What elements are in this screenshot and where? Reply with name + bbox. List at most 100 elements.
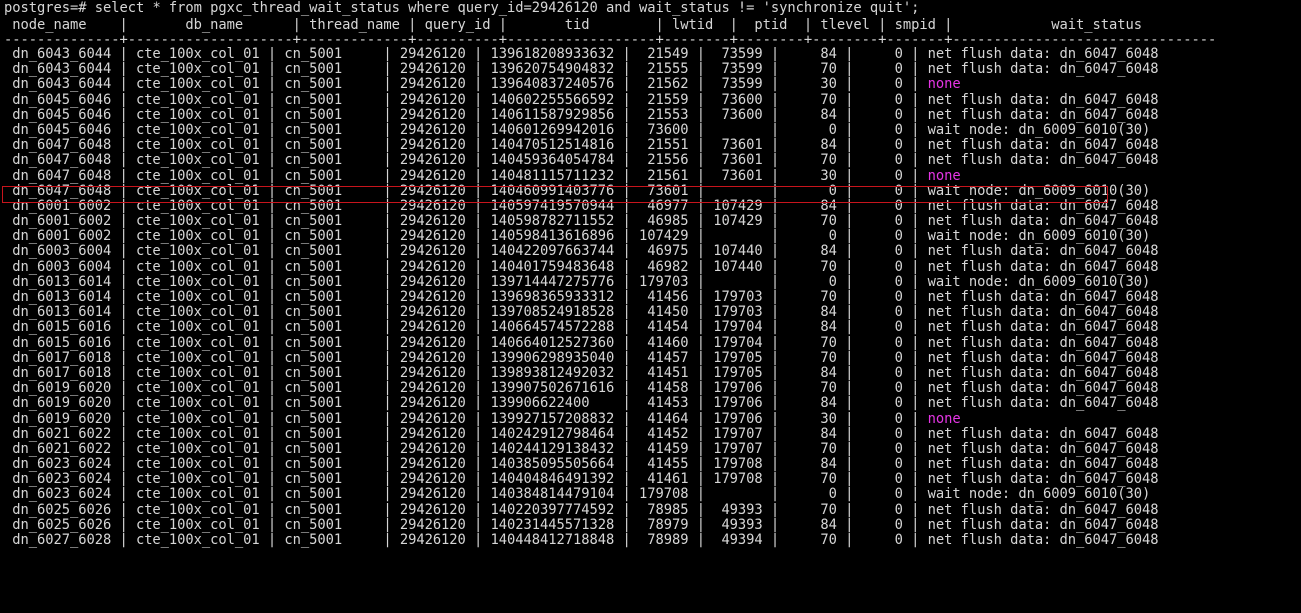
table-row: dn_6017_6018 | cte_100x_col_01 | cn_5001… bbox=[4, 349, 1159, 366]
row-values: dn_6019_6020 | cte_100x_col_01 | cn_5001… bbox=[4, 395, 928, 412]
row-values: dn_6017_6018 | cte_100x_col_01 | cn_5001… bbox=[4, 349, 928, 366]
wait-status-cell: net flush data: dn_6047_6048 bbox=[927, 364, 1159, 381]
wait-status-cell: net flush data: dn_6047_6048 bbox=[927, 380, 1159, 397]
table-row: dn_6013_6014 | cte_100x_col_01 | cn_5001… bbox=[4, 289, 1159, 305]
row-values: dn_6021_6022 | cte_100x_col_01 | cn_5001… bbox=[4, 440, 928, 457]
row-values: dn_6043_6044 | cte_100x_col_01 | cn_5001… bbox=[4, 61, 928, 78]
wait-status-cell: wait node: dn_6009_6010(30) bbox=[927, 121, 1151, 138]
table-row: dn_6047_6048 | cte_100x_col_01 | cn_5001… bbox=[4, 182, 1159, 199]
wait-status-cell: net flush data: dn_6047_6048 bbox=[927, 319, 1159, 336]
wait-status-cell: net flush data: dn_6047_6048 bbox=[927, 440, 1159, 457]
row-values: dn_6015_6016 | cte_100x_col_01 | cn_5001… bbox=[4, 334, 928, 351]
row-values: dn_6043_6044 | cte_100x_col_01 | cn_5001… bbox=[4, 76, 928, 93]
wait-status-cell: net flush data: dn_6047_6048 bbox=[927, 197, 1159, 214]
result-rows: dn_6043_6044 | cte_100x_col_01 | cn_5001… bbox=[4, 46, 1159, 548]
wait-status-cell: net flush data: dn_6047_6048 bbox=[927, 152, 1159, 169]
row-values: dn_6001_6002 | cte_100x_col_01 | cn_5001… bbox=[4, 228, 928, 245]
wait-status-cell: net flush data: dn_6047_6048 bbox=[927, 532, 1159, 548]
row-values: dn_6013_6014 | cte_100x_col_01 | cn_5001… bbox=[4, 304, 928, 321]
wait-status-cell: net flush data: dn_6047_6048 bbox=[927, 456, 1159, 473]
table-row: dn_6001_6002 | cte_100x_col_01 | cn_5001… bbox=[4, 197, 1159, 214]
table-row: dn_6015_6016 | cte_100x_col_01 | cn_5001… bbox=[4, 334, 1159, 351]
row-values: dn_6013_6014 | cte_100x_col_01 | cn_5001… bbox=[4, 273, 928, 290]
table-row: dn_6003_6004 | cte_100x_col_01 | cn_5001… bbox=[4, 258, 1159, 275]
table-row: dn_6047_6048 | cte_100x_col_01 | cn_5001… bbox=[4, 137, 1159, 154]
wait-status-cell: wait node: dn_6009_6010(30) bbox=[927, 182, 1151, 199]
table-row: dn_6017_6018 | cte_100x_col_01 | cn_5001… bbox=[4, 364, 1159, 381]
row-values: dn_6025_6026 | cte_100x_col_01 | cn_5001… bbox=[4, 516, 928, 533]
row-values: dn_6047_6048 | cte_100x_col_01 | cn_5001… bbox=[4, 137, 928, 154]
table-row: dn_6019_6020 | cte_100x_col_01 | cn_5001… bbox=[4, 395, 1159, 412]
table-row: dn_6019_6020 | cte_100x_col_01 | cn_5001… bbox=[4, 380, 1159, 397]
row-values: dn_6045_6046 | cte_100x_col_01 | cn_5001… bbox=[4, 91, 928, 108]
table-row: dn_6043_6044 | cte_100x_col_01 | cn_5001… bbox=[4, 77, 1159, 92]
wait-status-cell: net flush data: dn_6047_6048 bbox=[927, 304, 1159, 321]
row-values: dn_6003_6004 | cte_100x_col_01 | cn_5001… bbox=[4, 243, 928, 260]
wait-status-cell: none bbox=[927, 76, 961, 93]
row-values: dn_6001_6002 | cte_100x_col_01 | cn_5001… bbox=[4, 197, 928, 214]
row-values: dn_6015_6016 | cte_100x_col_01 | cn_5001… bbox=[4, 319, 928, 336]
wait-status-cell: net flush data: dn_6047_6048 bbox=[927, 91, 1159, 108]
table-row: dn_6025_6026 | cte_100x_col_01 | cn_5001… bbox=[4, 501, 1159, 518]
row-values: dn_6017_6018 | cte_100x_col_01 | cn_5001… bbox=[4, 364, 928, 381]
wait-status-cell: net flush data: dn_6047_6048 bbox=[927, 349, 1159, 366]
table-row: dn_6027_6028 | cte_100x_col_01 | cn_5001… bbox=[4, 532, 1159, 548]
terminal-window[interactable]: postgres=# select * from pgxc_thread_wai… bbox=[0, 0, 1301, 613]
row-values: dn_6043_6044 | cte_100x_col_01 | cn_5001… bbox=[4, 46, 928, 62]
table-row: dn_6023_6024 | cte_100x_col_01 | cn_5001… bbox=[4, 487, 1159, 502]
row-values: dn_6021_6022 | cte_100x_col_01 | cn_5001… bbox=[4, 425, 928, 442]
table-row: dn_6025_6026 | cte_100x_col_01 | cn_5001… bbox=[4, 516, 1159, 533]
wait-status-cell: none bbox=[927, 167, 961, 184]
table-row: dn_6023_6024 | cte_100x_col_01 | cn_5001… bbox=[4, 456, 1159, 473]
table-row: dn_6001_6002 | cte_100x_col_01 | cn_5001… bbox=[4, 229, 1159, 244]
command-line: postgres=# select * from pgxc_thread_wai… bbox=[4, 0, 919, 17]
row-values: dn_6027_6028 | cte_100x_col_01 | cn_5001… bbox=[4, 532, 928, 548]
wait-status-cell: net flush data: dn_6047_6048 bbox=[927, 243, 1159, 260]
wait-status-cell: net flush data: dn_6047_6048 bbox=[927, 471, 1159, 488]
row-values: dn_6023_6024 | cte_100x_col_01 | cn_5001… bbox=[4, 486, 928, 503]
row-values: dn_6025_6026 | cte_100x_col_01 | cn_5001… bbox=[4, 501, 928, 518]
row-values: dn_6019_6020 | cte_100x_col_01 | cn_5001… bbox=[4, 380, 928, 397]
row-values: dn_6045_6046 | cte_100x_col_01 | cn_5001… bbox=[4, 121, 928, 138]
wait-status-cell: net flush data: dn_6047_6048 bbox=[927, 395, 1159, 412]
wait-status-cell: net flush data: dn_6047_6048 bbox=[927, 258, 1159, 275]
wait-status-cell: net flush data: dn_6047_6048 bbox=[927, 289, 1159, 305]
table-row: dn_6043_6044 | cte_100x_col_01 | cn_5001… bbox=[4, 61, 1159, 78]
table-row: dn_6045_6046 | cte_100x_col_01 | cn_5001… bbox=[4, 91, 1159, 108]
row-values: dn_6013_6014 | cte_100x_col_01 | cn_5001… bbox=[4, 289, 928, 305]
wait-status-cell: net flush data: dn_6047_6048 bbox=[927, 137, 1159, 154]
row-values: dn_6023_6024 | cte_100x_col_01 | cn_5001… bbox=[4, 471, 928, 488]
table-row: dn_6047_6048 | cte_100x_col_01 | cn_5001… bbox=[4, 152, 1159, 169]
wait-status-cell: wait node: dn_6009_6010(30) bbox=[927, 273, 1151, 290]
table-row: dn_6001_6002 | cte_100x_col_01 | cn_5001… bbox=[4, 213, 1159, 230]
table-row: dn_6047_6048 | cte_100x_col_01 | cn_5001… bbox=[4, 167, 1159, 184]
wait-status-cell: none bbox=[927, 410, 961, 427]
row-values: dn_6019_6020 | cte_100x_col_01 | cn_5001… bbox=[4, 410, 928, 427]
wait-status-cell: net flush data: dn_6047_6048 bbox=[927, 46, 1159, 62]
table-row: dn_6023_6024 | cte_100x_col_01 | cn_5001… bbox=[4, 471, 1159, 488]
wait-status-cell: net flush data: dn_6047_6048 bbox=[927, 106, 1159, 123]
wait-status-cell: net flush data: dn_6047_6048 bbox=[927, 61, 1159, 78]
prompt: postgres=# bbox=[4, 0, 87, 16]
row-values: dn_6047_6048 | cte_100x_col_01 | cn_5001… bbox=[4, 152, 928, 169]
table-row: dn_6021_6022 | cte_100x_col_01 | cn_5001… bbox=[4, 425, 1158, 442]
table-row: dn_6021_6022 | cte_100x_col_01 | cn_5001… bbox=[4, 440, 1159, 457]
table-row: dn_6045_6046 | cte_100x_col_01 | cn_5001… bbox=[4, 106, 1159, 123]
table-row: dn_6043_6044 | cte_100x_col_01 | cn_5001… bbox=[4, 46, 1159, 62]
row-values: dn_6001_6002 | cte_100x_col_01 | cn_5001… bbox=[4, 213, 928, 230]
wait-status-cell: net flush data: dn_6047_6048 bbox=[927, 501, 1159, 518]
table-row: dn_6003_6004 | cte_100x_col_01 | cn_5001… bbox=[4, 243, 1159, 260]
table-row: dn_6015_6016 | cte_100x_col_01 | cn_5001… bbox=[4, 319, 1159, 336]
row-values: dn_6003_6004 | cte_100x_col_01 | cn_5001… bbox=[4, 258, 928, 275]
table-row: dn_6019_6020 | cte_100x_col_01 | cn_5001… bbox=[4, 410, 1159, 427]
row-values: dn_6045_6046 | cte_100x_col_01 | cn_5001… bbox=[4, 106, 928, 123]
wait-status-cell: wait node: dn_6009_6010(30) bbox=[927, 228, 1151, 245]
wait-status-cell: net flush data: dn_6047_6048 bbox=[927, 334, 1159, 351]
row-values: dn_6047_6048 | cte_100x_col_01 | cn_5001… bbox=[4, 182, 928, 199]
table-row: dn_6013_6014 | cte_100x_col_01 | cn_5001… bbox=[4, 304, 1159, 321]
wait-status-cell: net flush data: dn_6047_6048 bbox=[927, 213, 1159, 230]
table-row: dn_6013_6014 | cte_100x_col_01 | cn_5001… bbox=[4, 273, 1159, 290]
sql-command: select * from pgxc_thread_wait_status wh… bbox=[86, 0, 920, 16]
wait-status-cell: wait node: dn_6009_6010(30) bbox=[927, 486, 1151, 503]
wait-status-cell: net flush data: dn_6047_6048 bbox=[927, 516, 1159, 533]
